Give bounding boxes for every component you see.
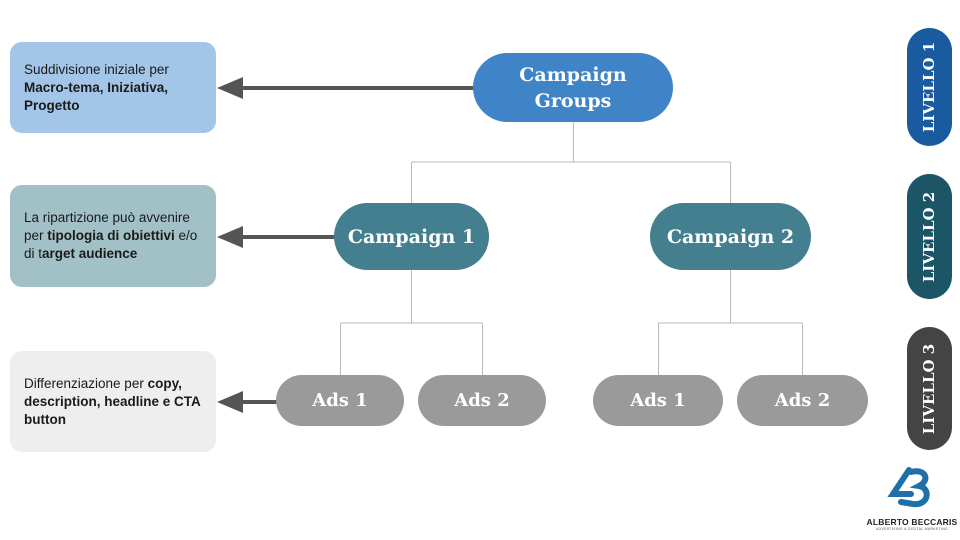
connector-campaign2-ads	[658, 270, 803, 375]
brand-logo: ALBERTO BECCARIS ADVERTISING & DIGITAL M…	[866, 464, 958, 531]
node-campaign-1: Campaign 1	[334, 203, 489, 270]
node-campaign-groups: Campaign Groups	[473, 53, 673, 122]
node-c1-ads-2: Ads 2	[418, 375, 546, 426]
arrow-level3	[217, 391, 278, 413]
connector-campaign1-ads	[340, 270, 483, 375]
note-level2: La ripartizione può avvenire per tipolog…	[10, 185, 216, 287]
note-level1: Suddivisione iniziale per Macro-tema, In…	[10, 42, 216, 133]
arrow-level2	[217, 226, 336, 248]
level-badge-1: LIVELLO 1	[907, 28, 952, 146]
arrow-level1	[217, 77, 475, 99]
node-campaign-2: Campaign 2	[650, 203, 811, 270]
node-c2-ads-1: Ads 1	[593, 375, 723, 426]
node-c2-ads-2: Ads 2	[737, 375, 868, 426]
note-level3: Differenziazione per copy, description, …	[10, 351, 216, 452]
level-badge-2: LIVELLO 2	[907, 174, 952, 299]
logo-mark-icon	[887, 467, 930, 508]
connector-root-campaigns	[411, 122, 731, 203]
node-c1-ads-1: Ads 1	[276, 375, 404, 426]
level-badge-3: LIVELLO 3	[907, 327, 952, 450]
